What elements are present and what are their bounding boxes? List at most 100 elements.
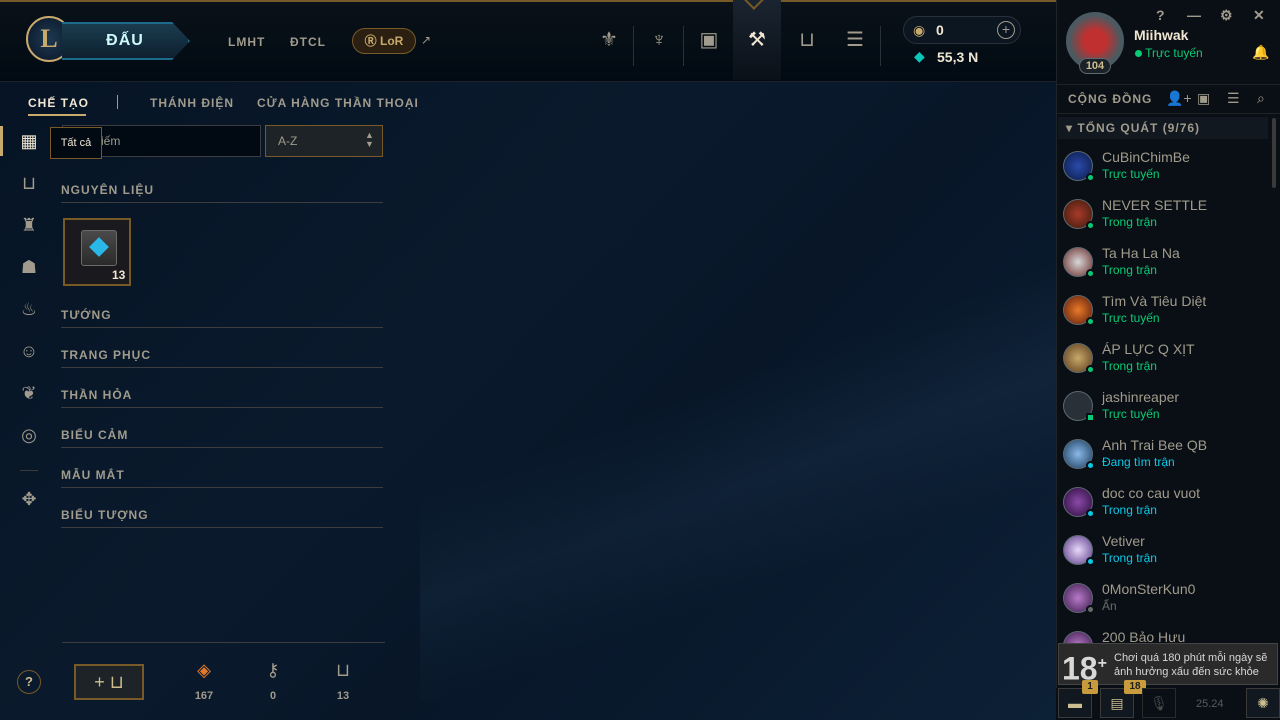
add-chest-button[interactable]: + ⊔: [74, 664, 144, 700]
blue-essence-value: 55,3 N: [937, 49, 979, 65]
trophy-icon[interactable]: ⚜: [594, 25, 624, 55]
external-link-icon: ↗: [421, 33, 432, 47]
friend-status: Trong trận: [1102, 503, 1157, 517]
category-materials: NGUYÊN LIỆU: [61, 183, 155, 197]
status-dot: [1086, 365, 1095, 374]
filter-eternals-icon[interactable]: ❦: [18, 382, 40, 404]
filter-active-bar: [0, 126, 3, 156]
close-icon[interactable]: ✕: [1253, 7, 1265, 24]
friend-item[interactable]: Ta Ha La Na Trong trận: [1058, 240, 1272, 288]
category-divider: [61, 527, 383, 528]
chat-badge: 1: [1082, 680, 1098, 694]
help-icon[interactable]: ?: [1156, 7, 1165, 23]
notification-bell-icon[interactable]: 🔔: [1252, 44, 1269, 61]
key-icon: ⚷: [266, 660, 280, 680]
voice-icon[interactable]: 🎙: [1142, 688, 1176, 718]
key-count: 0: [269, 690, 277, 702]
friend-name: Anh Trai Bee QB: [1102, 437, 1208, 453]
lor-button[interactable]: Ⓡ LoR: [352, 28, 416, 54]
filter-ward-icon[interactable]: ♨: [18, 298, 40, 320]
friend-item[interactable]: NEVER SETTLE Trong trận: [1058, 192, 1272, 240]
list-view-icon[interactable]: ☰: [1227, 90, 1240, 107]
friend-item[interactable]: Vetiver Trong trận: [1058, 528, 1272, 576]
category-divider: [61, 367, 383, 368]
nav-link-lmht[interactable]: LMHT: [228, 35, 265, 49]
friend-item[interactable]: 0MonSterKun0 Ẩn: [1058, 576, 1272, 624]
friend-item[interactable]: Anh Trai Bee QB Đang tìm trận: [1058, 432, 1272, 480]
mobile-status-icon: [1086, 413, 1095, 422]
collection-icon[interactable]: ⊔: [792, 25, 822, 55]
level-badge: 104: [1079, 58, 1111, 74]
filter-champion-icon[interactable]: ♜: [18, 214, 40, 236]
filter-icon-icon[interactable]: ◎: [18, 424, 40, 446]
friend-status: Trực tuyến: [1102, 167, 1160, 181]
crafting-icon[interactable]: ⚒: [742, 25, 772, 55]
inventory-icon[interactable]: ▣: [694, 25, 724, 55]
add-folder-icon[interactable]: ▣: [1197, 90, 1210, 107]
filter-chest-icon[interactable]: ⊔: [18, 172, 40, 194]
friend-name: doc co cau vuot: [1102, 485, 1201, 501]
orange-essence-value: 167: [194, 690, 214, 702]
status-dot: [1086, 173, 1095, 182]
filter-other-icon[interactable]: ✥: [18, 488, 40, 510]
friend-status: Trong trận: [1102, 359, 1157, 373]
category-eternals: THẦN HỎA: [61, 388, 133, 402]
category-divider: [61, 447, 383, 448]
report-bug-icon[interactable]: ✺: [1246, 688, 1280, 718]
tab-mythic-shop[interactable]: CỬA HÀNG THẦN THOẠI: [257, 96, 419, 110]
tooltip-all: Tất cả: [50, 127, 102, 159]
category-divider: [61, 327, 383, 328]
tab-crafting[interactable]: CHẾ TẠO: [28, 96, 89, 110]
social-title: CỘNG ĐỒNG: [1068, 92, 1153, 106]
add-friend-icon[interactable]: 👤+: [1166, 90, 1192, 107]
friend-item[interactable]: Tìm Và Tiêu Diệt Trực tuyến: [1058, 288, 1272, 336]
friend-item[interactable]: ÁP LỰC Q XỊT Trong trận: [1058, 336, 1272, 384]
friend-item[interactable]: CuBinChimBe Trực tuyến: [1058, 144, 1272, 192]
age-warning-text: Chơi quá 180 phút mỗi ngày sẽ ảnh hưởng …: [1114, 652, 1268, 678]
scrollbar[interactable]: [1272, 118, 1276, 188]
play-button[interactable]: ĐẤU: [62, 22, 190, 60]
friend-status: Trực tuyến: [1102, 311, 1160, 325]
store-icon[interactable]: ☰: [840, 25, 870, 55]
friend-name: ÁP LỰC Q XỊT: [1102, 341, 1195, 357]
buy-rp-button[interactable]: +: [997, 21, 1015, 39]
filter-all-icon[interactable]: ▦: [18, 130, 40, 152]
filter-emote-icon[interactable]: ☺: [18, 340, 40, 362]
help-button[interactable]: ?: [17, 670, 41, 694]
nav-separator: [633, 26, 634, 66]
profile-status[interactable]: Trực tuyến: [1135, 46, 1203, 60]
sort-value: A-Z: [278, 134, 298, 148]
friend-status: Đang tìm trận: [1102, 455, 1175, 469]
tab-active-underline: [28, 114, 86, 116]
nav-link-dtcl[interactable]: ĐTCL: [290, 35, 326, 49]
tab-separator: [117, 95, 118, 109]
friend-status: Ẩn: [1102, 599, 1117, 613]
friend-status: Trong trận: [1102, 551, 1157, 565]
friend-status: Trực tuyến: [1102, 407, 1160, 421]
friend-item[interactable]: jashinreaper Trực tuyến: [1058, 384, 1272, 432]
status-dot: [1086, 317, 1095, 326]
category-divider: [61, 202, 383, 203]
group-label: TỔNG QUÁT (9/76): [1077, 121, 1201, 135]
category-divider: [61, 407, 383, 408]
bottom-divider: [62, 642, 385, 643]
friend-item[interactable]: doc co cau vuot Trong trận: [1058, 480, 1272, 528]
search-icon[interactable]: ⌕: [1257, 90, 1265, 107]
filter-skin-icon[interactable]: ☗: [18, 256, 40, 278]
friend-item[interactable]: 200 Bảo Hựu: [1058, 624, 1272, 644]
profile-name: Miihwak: [1134, 27, 1189, 43]
tab-sanctum[interactable]: THÁNH ĐIỆN: [150, 96, 234, 110]
settings-icon[interactable]: ⚙: [1220, 7, 1233, 24]
chest-count-icon: ⊔: [335, 660, 351, 680]
rp-icon: ◉: [913, 22, 926, 38]
status-dot: [1086, 461, 1095, 470]
minimize-icon[interactable]: —: [1187, 7, 1201, 23]
status-dot: [1086, 605, 1095, 614]
friend-name: Vetiver: [1102, 533, 1145, 549]
profile-status-text: Trực tuyến: [1145, 46, 1203, 60]
friend-name: Ta Ha La Na: [1102, 245, 1180, 261]
status-dot: [1086, 269, 1095, 278]
clash-icon[interactable]: ♆: [644, 25, 674, 55]
friend-name: 0MonSterKun0: [1102, 581, 1196, 597]
category-divider: [61, 487, 383, 488]
